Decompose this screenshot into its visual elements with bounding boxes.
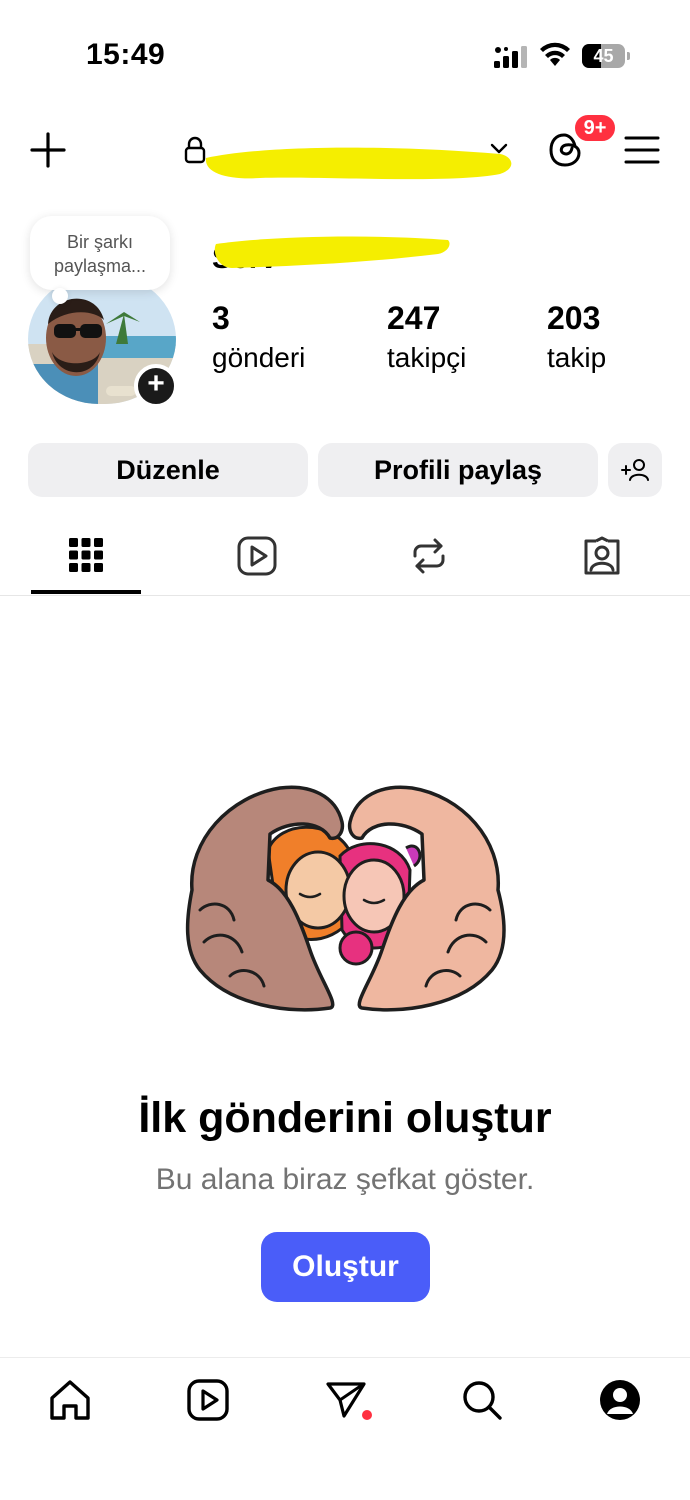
stat-posts-count: 3: [212, 300, 230, 336]
stat-followers-count: 247: [387, 300, 441, 336]
stat-following-count: 203: [547, 300, 601, 336]
plus-icon[interactable]: [28, 130, 68, 170]
redaction-mark: [205, 147, 512, 180]
stat-followers[interactable]: 247 takipçi: [387, 300, 466, 380]
edit-profile-button[interactable]: Düzenle: [28, 443, 308, 497]
add-person-icon: [621, 459, 649, 481]
empty-state-subtitle: Bu alana biraz şefkat göster.: [155, 1163, 535, 1196]
tab-reposts[interactable]: [373, 524, 483, 594]
reels-icon: [237, 536, 277, 576]
cellular-signal-icon: [494, 46, 527, 68]
chevron-down-icon: [490, 143, 508, 154]
wifi-icon: [540, 42, 570, 66]
tab-reels[interactable]: [202, 524, 312, 594]
stat-posts-label: gönderi: [212, 342, 306, 373]
account-switcher[interactable]: [180, 128, 520, 180]
active-tab-indicator: [31, 590, 141, 594]
heart-hands-illustration: [185, 785, 506, 1012]
stat-followers-label: takipçi: [387, 342, 467, 373]
battery-indicator: 45: [582, 44, 630, 68]
home-icon[interactable]: [48, 1378, 92, 1422]
stat-following[interactable]: 203 takip: [547, 300, 606, 380]
repost-icon: [413, 538, 445, 574]
bottom-navigation: [0, 1357, 690, 1500]
status-time: 15:49: [86, 38, 166, 71]
battery-level-text: 45: [593, 46, 614, 66]
note-text: Bir şarkı paylaşma...: [53, 232, 147, 276]
messages-notification-dot: [362, 1410, 372, 1420]
profile-icon[interactable]: [598, 1378, 642, 1422]
menu-icon[interactable]: [624, 134, 660, 166]
profile-summary: + Bir şarkı paylaşma... Serv 3 gönderi 2…: [0, 210, 690, 420]
redaction-mark: [214, 236, 450, 268]
status-bar: 15:49 45: [0, 0, 690, 110]
tab-tagged[interactable]: [546, 524, 656, 594]
notification-badge: 9+: [572, 112, 618, 144]
reels-icon[interactable]: [186, 1378, 230, 1422]
profile-header: 9+: [0, 112, 690, 182]
note-bubble[interactable]: Bir şarkı paylaşma...: [30, 216, 170, 290]
stat-following-label: takip: [547, 342, 607, 373]
discover-people-button[interactable]: [608, 443, 662, 497]
note-bubble-tail: [52, 288, 68, 304]
tagged-icon: [584, 536, 620, 575]
add-story-button[interactable]: +: [134, 364, 178, 408]
grid-icon: [69, 538, 103, 572]
stat-posts[interactable]: 3 gönderi: [212, 300, 305, 380]
empty-state-title: İlk gönderini oluştur: [138, 1094, 552, 1142]
search-icon[interactable]: [460, 1378, 504, 1422]
create-post-button[interactable]: Oluştur: [261, 1232, 430, 1302]
profile-tabs: [0, 524, 690, 596]
tab-posts-grid[interactable]: [31, 524, 141, 594]
share-profile-button[interactable]: Profili paylaş: [318, 443, 598, 497]
